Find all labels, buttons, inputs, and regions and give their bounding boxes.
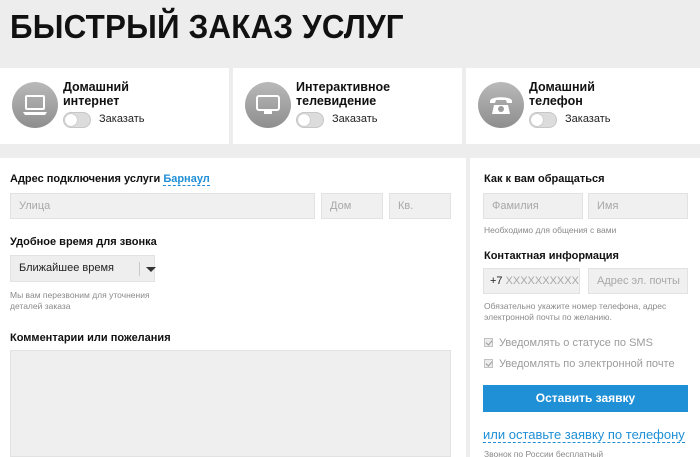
- name-input[interactable]: Имя: [588, 193, 688, 219]
- chevron-down-icon: [146, 267, 156, 272]
- laptop-icon: [12, 82, 58, 128]
- surname-input[interactable]: Фамилия: [483, 193, 583, 219]
- call-time-hint: Мы вам перезвоним для уточнения деталей …: [10, 290, 150, 311]
- notify-email-checkbox[interactable]: Уведомлять по электронной почте: [484, 358, 675, 370]
- house-input[interactable]: Дом: [321, 193, 383, 219]
- checkmark-icon: [484, 359, 493, 368]
- service-card-internet: Домашний интернет Заказать: [0, 68, 229, 144]
- contact-info-hint: Обязательно укажите номер телефона, адре…: [484, 301, 667, 322]
- contact-name-label: Как к вам обращаться: [484, 173, 605, 185]
- toggle-label: Заказать: [332, 113, 378, 125]
- toggle-label: Заказать: [99, 113, 145, 125]
- service-card-tv: Интерактивное телевидение Заказать: [233, 68, 462, 144]
- order-internet-toggle[interactable]: [63, 112, 91, 128]
- submit-button[interactable]: Оставить заявку: [483, 385, 688, 412]
- tv-icon: [245, 82, 291, 128]
- order-tv-toggle[interactable]: [296, 112, 324, 128]
- comments-label: Комментарии или пожелания: [10, 332, 171, 344]
- phone-order-link[interactable]: или оставьте заявку по телефону: [483, 427, 685, 443]
- contact-info-label: Контактная информация: [484, 250, 619, 262]
- phone-placeholder: XXXXXXXXXX: [505, 275, 579, 287]
- notify-sms-checkbox[interactable]: Уведомлять о статусе по SMS: [484, 337, 653, 349]
- call-time-value: Ближайшее время: [19, 262, 114, 274]
- page-title: БЫСТРЫЙ ЗАКАЗ УСЛУГ: [10, 8, 404, 45]
- service-label: Домашний интернет: [63, 80, 129, 108]
- telephone-icon: [478, 82, 524, 128]
- address-label: Адрес подключения услуги Барнаул: [10, 173, 210, 186]
- toggle-label: Заказать: [565, 113, 611, 125]
- phone-note: Звонок по России бесплатный: [484, 449, 604, 457]
- service-label: Интерактивное телевидение: [296, 80, 391, 108]
- call-time-label: Удобное время для звонка: [10, 236, 157, 248]
- apartment-input[interactable]: Кв.: [389, 193, 451, 219]
- service-label: Домашний телефон: [529, 80, 595, 108]
- street-input[interactable]: Улица: [10, 193, 315, 219]
- email-input[interactable]: Адрес эл. почты: [588, 268, 688, 294]
- service-card-phone: Домашний телефон Заказать: [466, 68, 700, 144]
- phone-prefix: +7: [490, 275, 503, 287]
- checkmark-icon: [484, 338, 493, 347]
- city-link[interactable]: Барнаул: [163, 173, 210, 186]
- call-time-select[interactable]: Ближайшее время: [10, 255, 156, 282]
- contact-name-hint: Необходимо для общения с вами: [484, 225, 617, 235]
- comments-textarea[interactable]: [10, 350, 451, 457]
- order-phone-toggle[interactable]: [529, 112, 557, 128]
- phone-input[interactable]: +7 XXXXXXXXXX: [483, 268, 580, 294]
